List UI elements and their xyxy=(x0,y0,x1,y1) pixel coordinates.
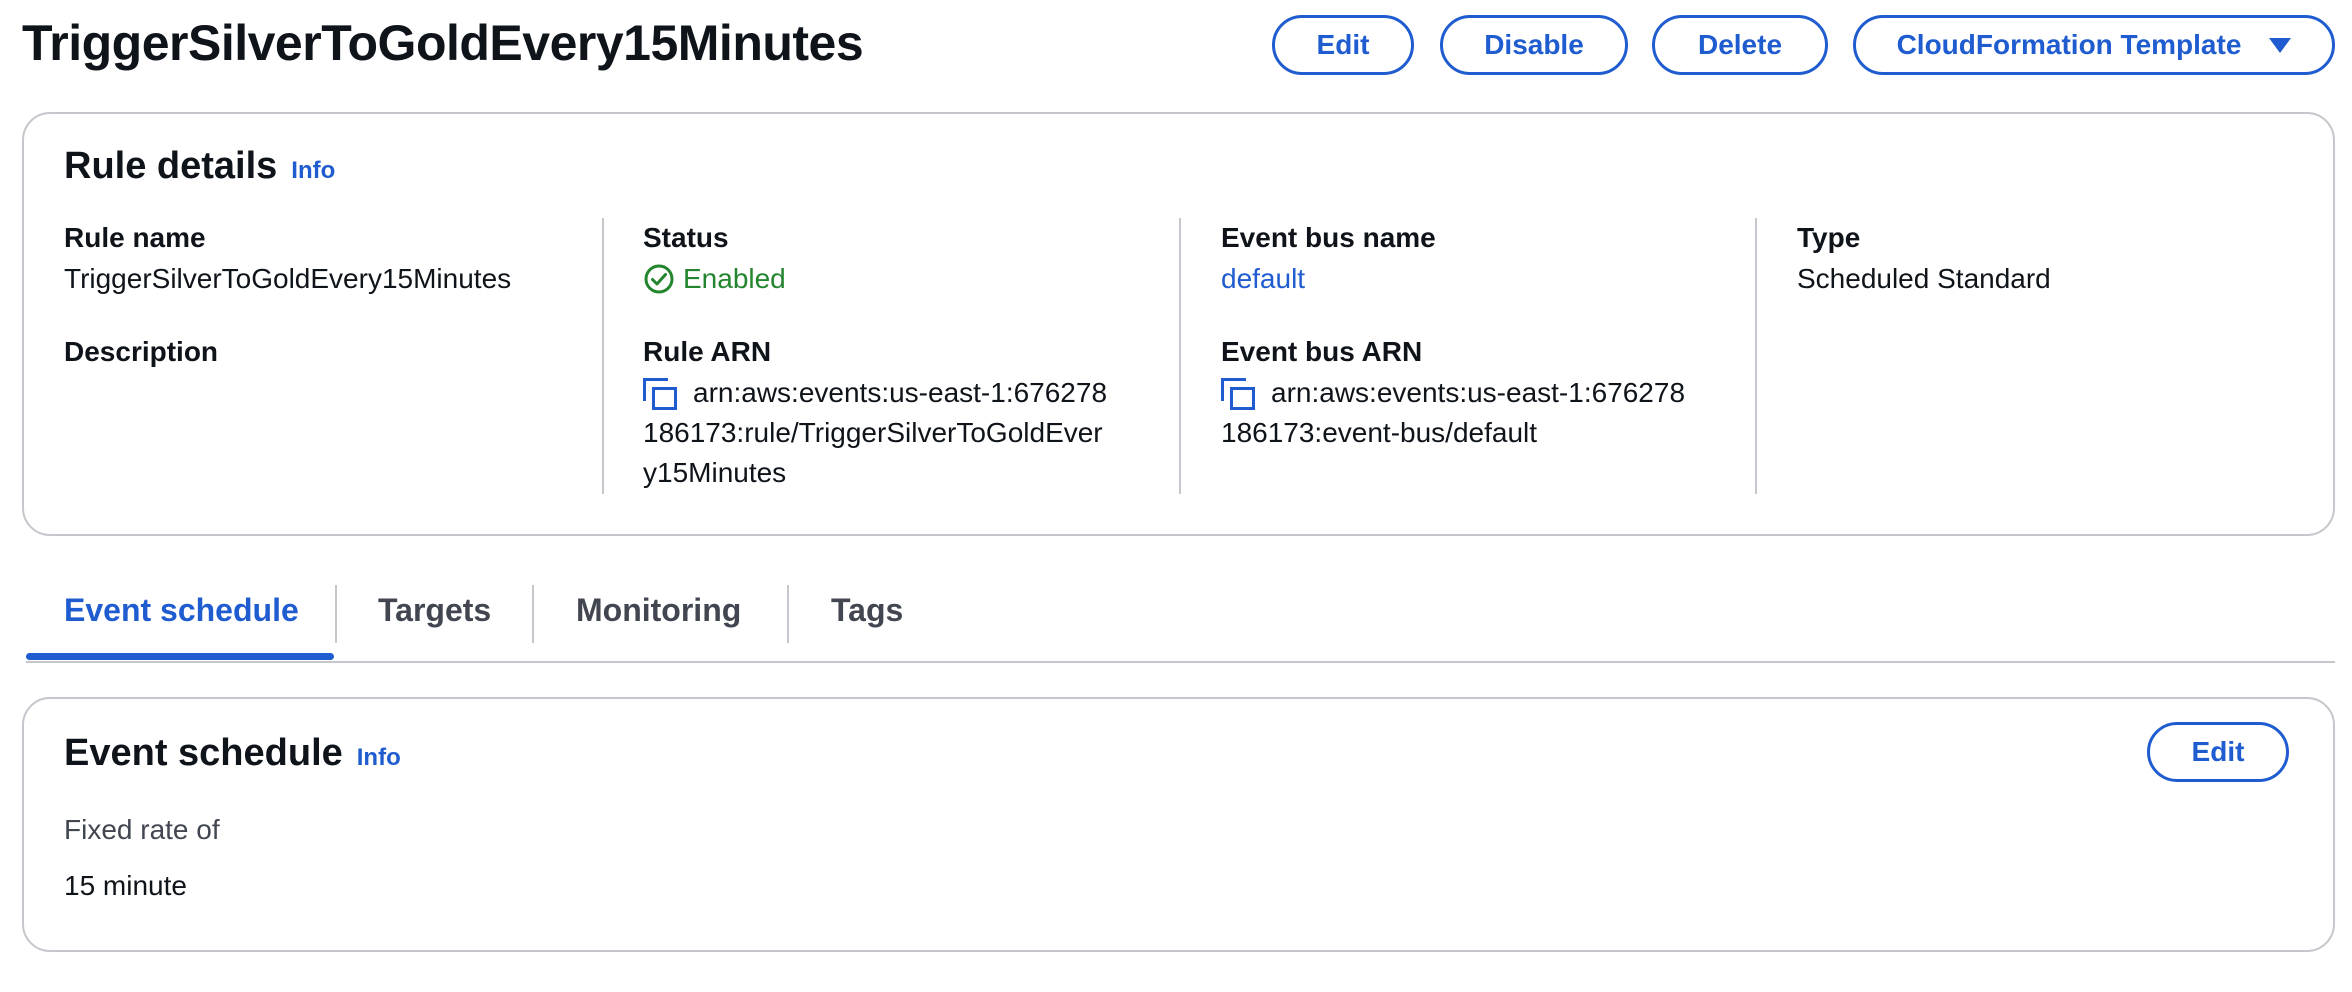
rule-name-label: Rule name xyxy=(64,222,206,253)
column-divider xyxy=(602,218,604,494)
type-value: Scheduled Standard xyxy=(1797,263,2051,294)
column-divider xyxy=(1755,218,1757,494)
event-bus-arn-label: Event bus ARN xyxy=(1221,336,1423,367)
type-label: Type xyxy=(1797,222,1861,253)
rule-details-heading: Rule details xyxy=(64,145,278,187)
page-title: TriggerSilverToGoldEvery15Minutes xyxy=(22,15,864,71)
copy-icon[interactable] xyxy=(643,377,679,412)
delete-button[interactable]: Delete xyxy=(1652,15,1828,75)
event-bus-name-label: Event bus name xyxy=(1221,222,1436,253)
tab-list-underline xyxy=(26,661,2335,663)
cloudformation-template-label: CloudFormation Template xyxy=(1896,29,2242,60)
delete-button-label: Delete xyxy=(1697,29,1783,60)
tab-event-schedule[interactable]: Event schedule xyxy=(64,592,299,629)
rule-details-info-link[interactable]: Info xyxy=(291,157,335,185)
fixed-rate-label: Fixed rate of xyxy=(64,814,220,845)
rule-arn-line-2: 186173:rule/TriggerSilverToGoldEver xyxy=(643,417,1103,448)
tab-separator xyxy=(532,585,534,643)
rule-details-header: Rule details Info xyxy=(64,145,335,188)
event-bus-arn-line-2: 186173:event-bus/default xyxy=(1221,417,1538,448)
active-tab-indicator xyxy=(26,653,334,660)
edit-button[interactable]: Edit xyxy=(1272,15,1414,75)
tab-targets[interactable]: Targets xyxy=(378,592,491,629)
rule-name-value: TriggerSilverToGoldEvery15Minutes xyxy=(64,263,512,294)
event-bus-arn-line-1: arn:aws:events:us-east-1:676278 xyxy=(1271,377,1686,408)
tab-separator xyxy=(787,585,789,643)
rule-arn-line-3: y15Minutes xyxy=(643,457,787,488)
event-schedule-edit-button[interactable]: Edit xyxy=(2147,722,2289,782)
disable-button[interactable]: Disable xyxy=(1440,15,1628,75)
event-schedule-header: Event schedule Info xyxy=(64,732,401,775)
event-schedule-edit-label: Edit xyxy=(2191,736,2245,767)
column-divider xyxy=(1179,218,1181,494)
tab-separator xyxy=(335,585,337,643)
tab-tags[interactable]: Tags xyxy=(831,592,903,629)
check-circle-icon xyxy=(644,264,674,294)
description-label: Description xyxy=(64,336,219,367)
event-schedule-heading: Event schedule xyxy=(64,732,343,774)
caret-down-icon xyxy=(2269,37,2292,53)
event-schedule-info-link[interactable]: Info xyxy=(357,744,401,772)
rule-arn-label: Rule ARN xyxy=(643,336,772,367)
status-value: Enabled xyxy=(643,259,786,299)
status-text: Enabled xyxy=(683,263,786,294)
cloudformation-template-dropdown[interactable]: CloudFormation Template xyxy=(1853,15,2335,75)
event-bus-arn-value: arn:aws:events:us-east-1:676278 186173:e… xyxy=(1221,373,1685,453)
rule-arn-line-1: arn:aws:events:us-east-1:676278 xyxy=(693,377,1108,408)
tab-monitoring[interactable]: Monitoring xyxy=(576,592,741,629)
rule-arn-value: arn:aws:events:us-east-1:676278 186173:r… xyxy=(643,373,1107,493)
edit-button-label: Edit xyxy=(1316,29,1370,60)
event-bus-name-link[interactable]: default xyxy=(1221,259,1305,299)
copy-icon[interactable] xyxy=(1221,377,1257,412)
status-label: Status xyxy=(643,222,729,253)
fixed-rate-value: 15 minute xyxy=(64,870,187,901)
disable-button-label: Disable xyxy=(1484,29,1584,60)
